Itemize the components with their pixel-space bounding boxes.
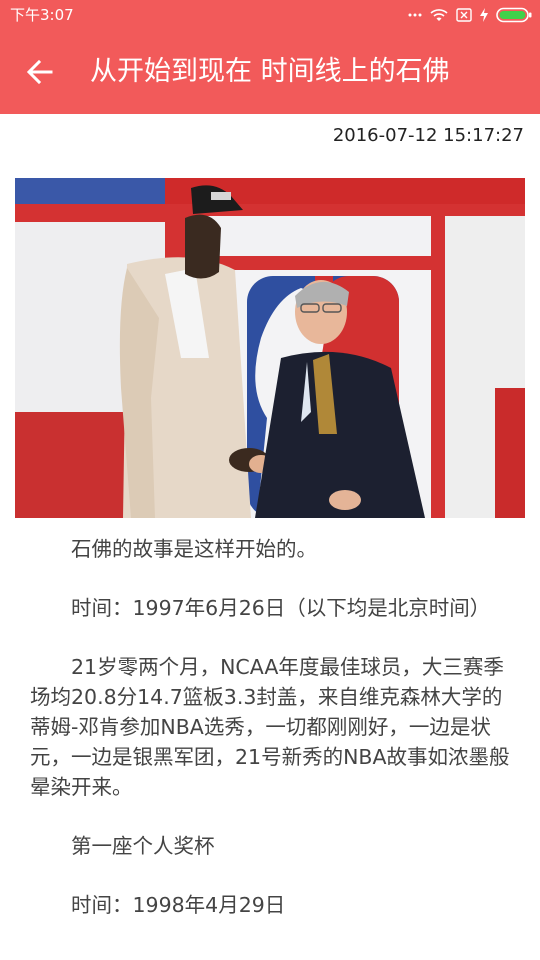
article-content[interactable]: 2016-07-12 15:17:27 石佛的故事是这样开始的。 时间：1997… xyxy=(0,114,540,960)
article-body: 石佛的故事是这样开始的。 时间：1997年6月26日（以下均是北京时间） 21岁… xyxy=(30,534,512,949)
page-title: 从开始到现在 时间线上的石佛 xyxy=(90,56,450,87)
status-icons xyxy=(408,7,532,23)
article-timestamp: 2016-07-12 15:17:27 xyxy=(332,125,524,146)
more-dots-icon xyxy=(408,13,422,17)
article-paragraph: 第一座个人奖杯 xyxy=(71,834,215,858)
wifi-icon xyxy=(430,9,448,21)
article-paragraph: 21岁零两个月，NCAA年度最佳球员，大三赛季场均20.8分14.7篮板3.3封… xyxy=(30,655,510,799)
article-paragraph: 时间：1997年6月26日（以下均是北京时间） xyxy=(71,596,491,620)
article-paragraph: 石佛的故事是这样开始的。 xyxy=(71,537,317,561)
arrow-left-icon xyxy=(27,60,53,84)
article-photo[interactable] xyxy=(15,178,525,518)
status-bar: 下午3:07 xyxy=(0,0,540,30)
battery-icon xyxy=(496,7,532,23)
back-button[interactable] xyxy=(20,54,60,90)
status-time: 下午3:07 xyxy=(10,6,74,24)
charging-icon xyxy=(480,8,488,22)
article-paragraph: 时间：1998年4月29日 xyxy=(71,893,286,917)
toolbar: 从开始到现在 时间线上的石佛 xyxy=(0,30,540,114)
draft-day-photo xyxy=(15,178,525,518)
sim-icon xyxy=(456,8,472,22)
